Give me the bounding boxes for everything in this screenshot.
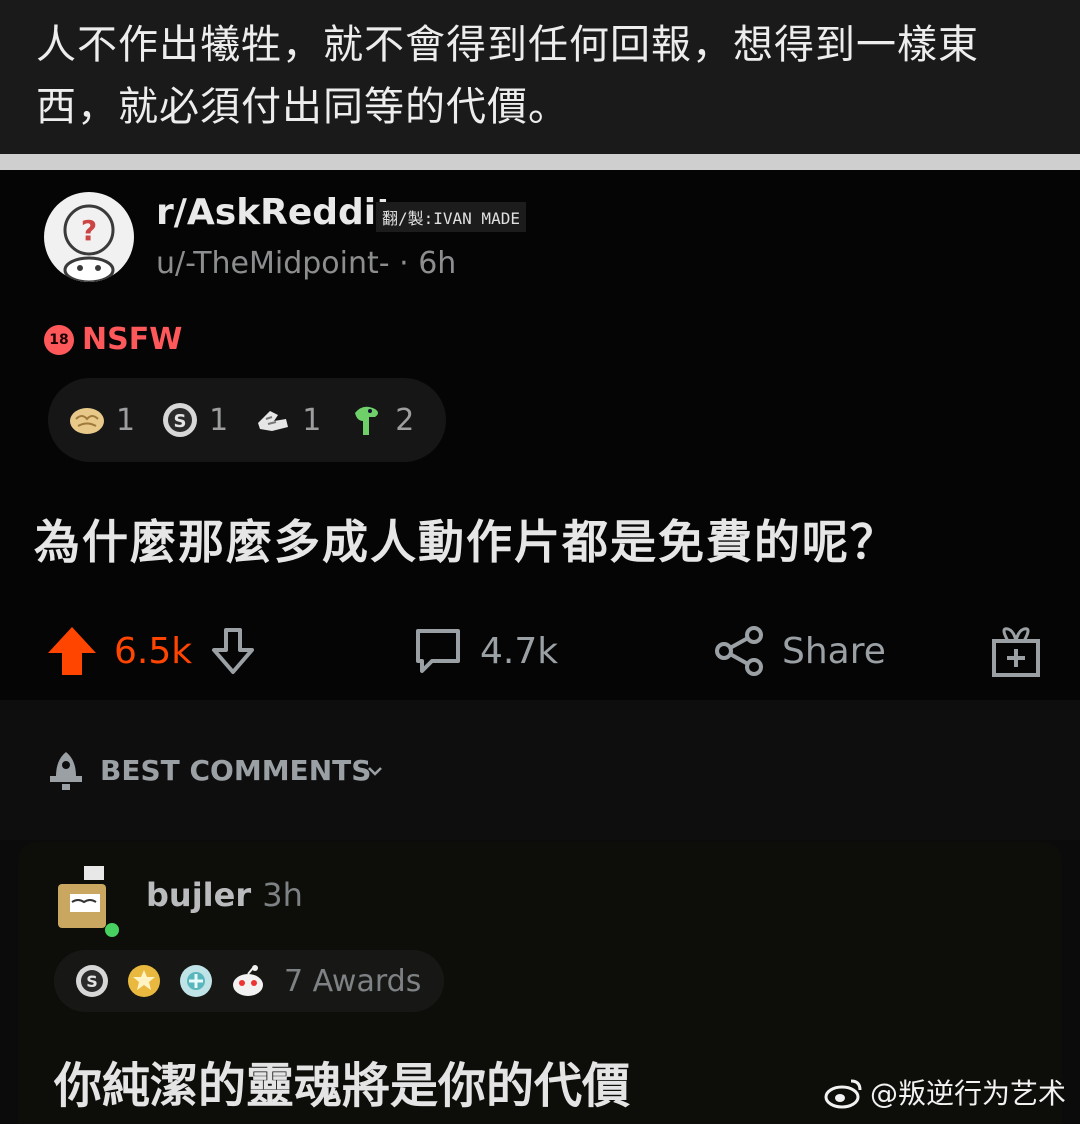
vote-score: 6.5k [114,630,193,672]
subreddit-name[interactable]: r/AskReddit [156,192,393,233]
watermark: @叛逆行为艺术 [824,1072,1066,1112]
post-awards[interactable]: 1 S 1 1 2 [48,378,446,462]
silver-coin-icon: S [163,403,198,437]
chevron-down-icon [368,767,382,776]
credit-tag: 翻/製:IVAN MADE [376,202,526,232]
askreddit-snoo-icon: ? [45,193,133,282]
sort-label: BEST COMMENTS [100,754,372,787]
wholesome-snoo-icon [233,965,263,996]
divider [0,154,1080,170]
award-count: 1 [302,402,322,438]
caption-text: 人不作出犧牲，就不會得到任何回報，想得到一樣東 西，就必須付出同等的代價。 [36,14,1046,138]
comments-sort-bar[interactable]: BEST COMMENTS [0,700,1080,840]
award-count: 1 [209,402,229,438]
comment-body: 你純潔的靈魂將是你的代價 [54,1058,631,1114]
vote-controls: 6.5k [44,616,260,686]
share-button[interactable]: Share [712,616,886,686]
caption-panel: 人不作出犧牲，就不會得到任何回報，想得到一樣東 西，就必須付出同等的代價。 [0,0,1080,154]
award-item: 1 [252,399,321,441]
comment-meta: bujler 3h [146,876,303,914]
caption-line-2: 西，就必須付出同等的代價。 [36,84,569,130]
brain-icon [70,408,104,434]
upvote-icon[interactable] [44,623,100,679]
comments-button[interactable]: 4.7k [410,616,558,686]
svg-text:S: S [86,972,98,991]
nsfw-18-icon: 18 [44,324,74,355]
post-title[interactable]: 為什麼那麼多成人動作片都是免費的呢？ [34,506,898,572]
share-icon [715,626,763,676]
award-count: 1 [116,402,136,438]
weibo-logo-icon [824,1079,862,1109]
post-card: ? r/AskReddit 翻/製:IVAN MADE u/-TheMidpoi… [0,170,1080,700]
post-time: · 6h [399,246,457,281]
green-dino-icon [355,406,379,435]
award-item: 1 [66,399,135,441]
rocket-icon [50,752,82,790]
fist-bump-icon [258,411,289,431]
silver-coin-icon: S [76,965,108,997]
share-label: Share [782,630,886,672]
comment-time: 3h [262,876,303,914]
award-item: 2 [345,399,414,441]
svg-text:?: ? [81,214,97,247]
awards-count-text: 7 Awards [284,963,422,999]
comment-author[interactable]: bujler [146,876,251,914]
svg-text:S: S [174,411,187,432]
comment-awards[interactable]: S 7 Awards [54,950,444,1012]
platinum-award-icon [180,965,212,997]
award-item: S 1 [159,399,228,441]
watermark-text: @叛逆行为艺术 [869,1077,1066,1110]
gold-award-icon [128,965,160,997]
nsfw-label: NSFW [82,322,183,357]
nsfw-tag: 18 NSFW [44,322,182,357]
commenter-avatar[interactable] [54,858,130,942]
post-author[interactable]: u/-TheMidpoint- [156,246,390,281]
caption-line-1: 人不作出犧牲，就不會得到任何回報，想得到一樣東 [36,22,979,68]
comment-bubble-icon [416,629,460,673]
subreddit-avatar[interactable]: ? [44,192,134,282]
post-actions: 6.5k 4.7k Share [0,616,1080,686]
award-count: 2 [395,402,415,438]
gift-icon [992,627,1040,677]
downvote-icon[interactable] [206,624,260,678]
post-meta: u/-TheMidpoint- · 6h [156,246,456,281]
award-button[interactable] [986,616,1046,686]
comment-count: 4.7k [480,630,559,672]
